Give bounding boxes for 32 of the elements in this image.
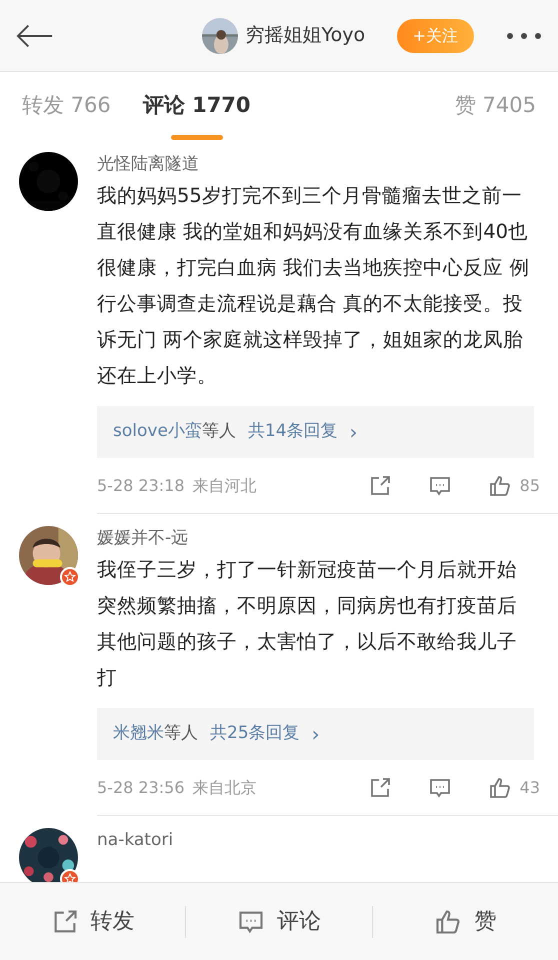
tab[interactable]: 评论 1770 <box>142 72 251 140</box>
replies-preview[interactable]: solove小蛮等人 共14条回复 › <box>97 406 534 458</box>
thumbs-up-icon <box>434 908 462 936</box>
reply-others: 等人 <box>202 420 236 444</box>
like-count: 43 <box>520 776 540 798</box>
chevron-icon: › <box>350 417 358 447</box>
comment-text: 我的妈妈55岁打完不到三个月骨髓瘤去世之前一直很健康 我的堂姐和妈妈没有血缘关系不到40也很健康，打完白血病 我们去当地疾控中心反应 例行公事调查走流程说是藕合 真的不太能接受。投诉无门 两个家庭就这样毁掉了，姐姐家的龙凤胎还在上小学。 <box>97 183 530 389</box>
reply-others: 等人 <box>164 722 198 746</box>
reply-author[interactable]: solove小蛮 <box>113 419 202 445</box>
like-button[interactable]: 赞 <box>372 905 558 938</box>
comment-author[interactable]: 媛媛并不-远 <box>97 526 534 550</box>
reply-count[interactable]: 共14条回复 <box>248 419 338 445</box>
like-count: 85 <box>520 474 540 496</box>
thumbs-up-icon <box>488 776 512 800</box>
username: 穷摇姐姐Yoyo <box>246 23 366 48</box>
back-icon[interactable] <box>16 24 54 48</box>
more-icon[interactable] <box>506 32 542 40</box>
thumbs-up-icon <box>488 474 512 498</box>
chevron-icon: › <box>312 719 320 749</box>
comment-time: 5-28 23:18 <box>97 474 185 496</box>
comment-source: 来自北京 <box>192 776 257 798</box>
comment-author[interactable]: na-katori <box>97 828 534 852</box>
tab-underline <box>170 135 223 140</box>
comment-author[interactable]: 光怪陆离隧道 <box>97 152 534 176</box>
comment-button[interactable]: 评论 <box>186 905 372 938</box>
reply-count[interactable]: 共25条回复 <box>210 721 300 747</box>
repost-button[interactable]: 转发 <box>0 905 186 938</box>
replies-preview[interactable]: 米翘米等人 共25条回复 › <box>97 708 534 760</box>
comment-text: 我侄子三岁，打了一针新冠疫苗一个月后就开始突然频繁抽搐，不明原因，同病房也有打疫苗后其他问题的孩子，太害怕了，以后不敢给我儿子打 <box>97 557 518 691</box>
comment-source: 来自河北 <box>192 474 257 496</box>
comment-time: 5-28 23:56 <box>97 776 185 798</box>
reply-author[interactable]: 米翘米 <box>113 721 164 747</box>
